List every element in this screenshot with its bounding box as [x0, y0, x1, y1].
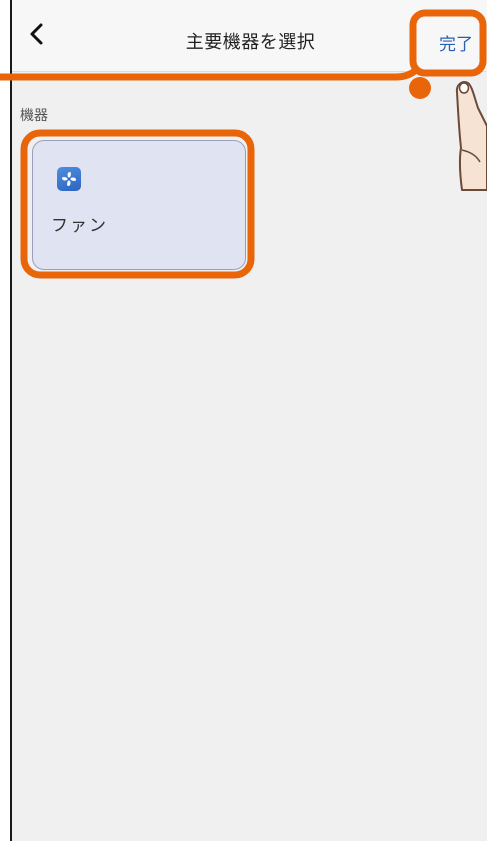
done-button[interactable]: 完了 [439, 30, 473, 55]
device-card-fan[interactable]: ファン [32, 140, 246, 270]
phone-screen: 主要機器を選択 完了 機器 ファン [10, 0, 487, 841]
navigation-bar: 主要機器を選択 完了 [12, 0, 487, 72]
device-label: ファン [51, 216, 108, 236]
section-label-devices: 機器 [20, 108, 48, 124]
page-title: 主要機器を選択 [185, 32, 316, 53]
fan-icon [57, 167, 81, 191]
